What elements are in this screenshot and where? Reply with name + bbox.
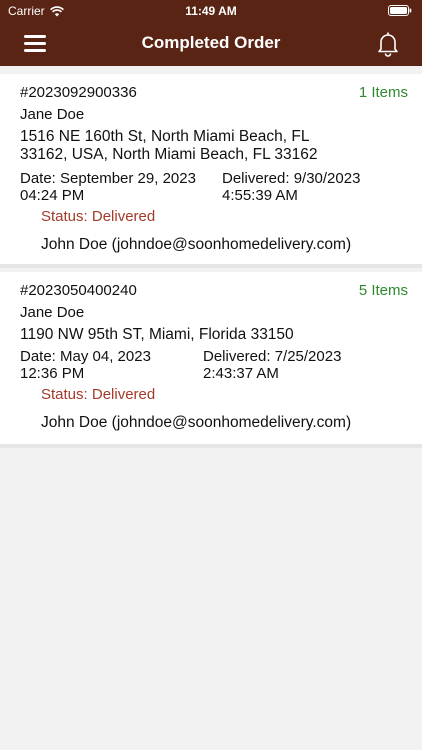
order-card[interactable]: #2023050400240 5 Items Jane Doe 1190 NW … xyxy=(0,272,422,448)
delivery-address: 1516 NE 160th St, North Miami Beach, FL … xyxy=(20,128,318,164)
items-count: 1 Items xyxy=(358,84,408,101)
delivered-date-line: Delivered: 7/25/2023 xyxy=(203,348,342,365)
status-bar: Carrier 11:49 AM xyxy=(0,0,422,22)
status-badge: Status: Delivered xyxy=(41,208,156,225)
order-time-line: 04:24 PM xyxy=(20,187,85,204)
order-list: #2023092900336 1 Items Jane Doe 1516 NE … xyxy=(0,74,422,448)
status-badge: Status: Delivered xyxy=(41,386,156,403)
page-title: Completed Order xyxy=(141,33,281,52)
notifications-button[interactable] xyxy=(376,31,400,57)
customer-name: Jane Doe xyxy=(20,106,85,123)
order-date: Date: September 29, 2023 04:24 PM xyxy=(20,170,196,204)
order-date: Date: May 04, 2023 12:36 PM xyxy=(20,348,151,382)
header: Carrier 11:49 AM Completed Order xyxy=(0,0,422,66)
driver-info: John Doe (johndoe@soonhomedelivery.com) xyxy=(41,236,352,253)
driver-info: John Doe (johndoe@soonhomedelivery.com) xyxy=(41,414,352,431)
completed-order-screen: Carrier 11:49 AM Completed Order #202309… xyxy=(0,0,422,750)
address-line: 33162, USA, North Miami Beach, FL 33162 xyxy=(20,146,318,163)
delivered-time-line: 4:55:39 AM xyxy=(222,187,298,204)
delivered-date: Delivered: 9/30/2023 4:55:39 AM xyxy=(222,170,360,204)
order-card[interactable]: #2023092900336 1 Items Jane Doe 1516 NE … xyxy=(0,74,422,268)
delivered-date: Delivered: 7/25/2023 2:43:37 AM xyxy=(203,348,341,382)
address-line: 1190 NW 95th ST, Miami, Florida 33150 xyxy=(20,326,294,343)
order-time-line: 12:36 PM xyxy=(20,365,85,382)
delivered-time-line: 2:43:37 AM xyxy=(203,365,279,382)
delivery-address: 1190 NW 95th ST, Miami, Florida 33150 xyxy=(20,326,294,344)
customer-name: Jane Doe xyxy=(20,304,85,321)
bell-icon xyxy=(378,32,398,57)
address-line: 1516 NE 160th St, North Miami Beach, FL xyxy=(20,128,310,145)
delivered-date-line: Delivered: 9/30/2023 xyxy=(222,170,361,187)
battery-icon xyxy=(388,5,412,16)
navigation-bar: Completed Order xyxy=(0,22,422,66)
order-date-line: Date: September 29, 2023 xyxy=(20,170,196,187)
order-number: #2023050400240 xyxy=(20,282,137,299)
order-number: #2023092900336 xyxy=(20,84,137,101)
status-time: 11:49 AM xyxy=(185,4,237,18)
items-count: 5 Items xyxy=(358,282,408,299)
order-date-line: Date: May 04, 2023 xyxy=(20,348,151,365)
